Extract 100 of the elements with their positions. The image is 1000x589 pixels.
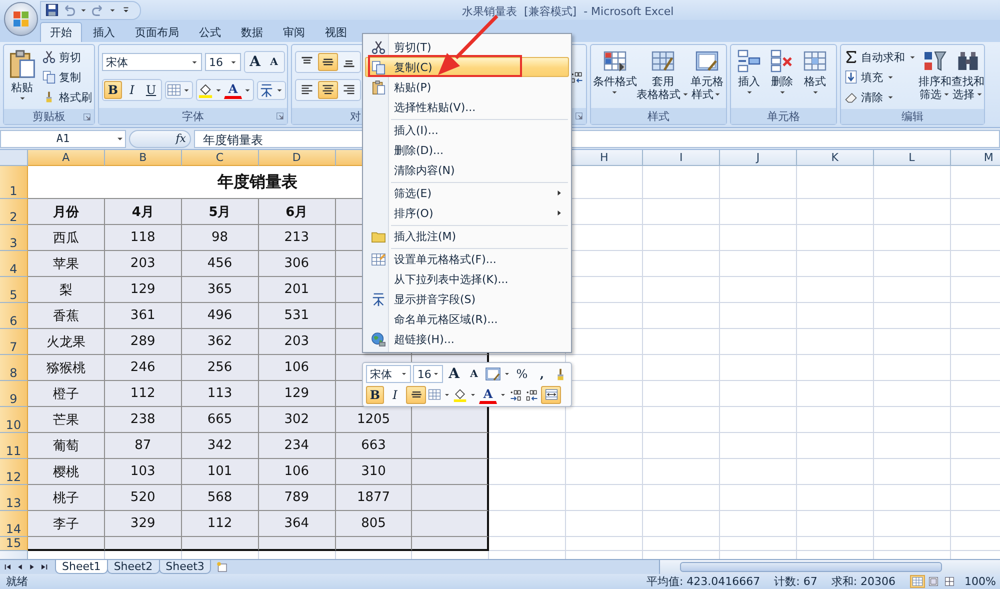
- row-header[interactable]: 12: [0, 459, 28, 485]
- column-header[interactable]: L: [874, 150, 951, 166]
- border-grid-icon[interactable]: [428, 388, 441, 402]
- align-button[interactable]: [406, 386, 426, 404]
- menu-item[interactable]: 从下拉列表中选择(K)...: [365, 269, 569, 289]
- column-header[interactable]: J: [720, 150, 797, 166]
- ribbon-button[interactable]: 条件格式: [594, 48, 636, 97]
- font-size-field[interactable]: 16: [205, 53, 241, 71]
- table-cell: 猕猴桃: [28, 355, 105, 381]
- ribbon-button[interactable]: 查找和 选择: [953, 48, 983, 101]
- font-size-field[interactable]: 16: [413, 365, 443, 384]
- ribbon-button[interactable]: 格式刷: [42, 88, 92, 106]
- row-header[interactable]: 11: [0, 433, 28, 459]
- row-header[interactable]: 2: [0, 199, 28, 225]
- row-header[interactable]: 14: [0, 511, 28, 537]
- column-header[interactable]: A: [28, 150, 105, 166]
- zoom-level[interactable]: 100%: [964, 575, 996, 588]
- menu-item[interactable]: 命名单元格区域(R)...: [365, 309, 569, 329]
- row-header[interactable]: 6: [0, 303, 28, 329]
- column-header[interactable]: C: [182, 150, 259, 166]
- decimal-decrease-icon[interactable]: [570, 70, 584, 84]
- column-header[interactable]: B: [104, 150, 182, 166]
- column-header[interactable]: D: [258, 150, 336, 166]
- font-style-button[interactable]: I: [123, 81, 141, 99]
- ribbon-tab[interactable]: 页面布局: [126, 22, 188, 42]
- phonetic-guide-icon[interactable]: [259, 82, 274, 98]
- decimal-decrease-icon[interactable]: [525, 388, 539, 402]
- dialog-launcher-icon[interactable]: [275, 111, 285, 121]
- paint-bucket-icon[interactable]: [453, 388, 467, 402]
- font-style-button[interactable]: B: [366, 386, 384, 404]
- view-button[interactable]: [910, 575, 925, 588]
- font-style-button[interactable]: I: [386, 386, 404, 404]
- ribbon-tab[interactable]: 插入: [84, 22, 124, 42]
- menu-item[interactable]: 设置单元格格式(F)...: [365, 249, 569, 269]
- row-header[interactable]: 13: [0, 485, 28, 511]
- ribbon-tab[interactable]: 视图: [316, 22, 356, 42]
- font-color-button[interactable]: A: [479, 386, 497, 404]
- row-header[interactable]: 3: [0, 225, 28, 251]
- dialog-launcher-icon[interactable]: [82, 112, 92, 122]
- ribbon-button[interactable]: 格式: [800, 48, 830, 97]
- new-sheet-icon[interactable]: [216, 561, 228, 573]
- ribbon-button[interactable]: 单元格 样式: [690, 48, 723, 101]
- row-header[interactable]: 1: [0, 166, 28, 199]
- font-name-field[interactable]: 宋体: [102, 53, 202, 71]
- insert-function-button[interactable]: fx: [176, 132, 186, 145]
- table-cell: 118: [104, 225, 182, 251]
- ribbon-tab[interactable]: 审阅: [274, 22, 314, 42]
- ribbon-button[interactable]: 复制: [42, 68, 92, 86]
- grow-font-button[interactable]: A: [445, 365, 463, 384]
- shrink-font-button[interactable]: A: [265, 53, 283, 71]
- last-sheet-icon[interactable]: [39, 562, 49, 572]
- first-sheet-icon[interactable]: [3, 562, 13, 572]
- paste-icon: [7, 49, 37, 79]
- ribbon-button[interactable]: 删除: [767, 48, 797, 97]
- horizontal-scrollbar[interactable]: [659, 560, 1000, 574]
- column-header[interactable]: M: [950, 150, 1000, 166]
- font-style-button[interactable]: U: [142, 81, 160, 99]
- name-box[interactable]: A1: [0, 130, 126, 148]
- align-button[interactable]: [318, 53, 338, 71]
- paste-button[interactable]: 粘贴: [7, 48, 37, 103]
- row-header[interactable]: 8: [0, 355, 28, 381]
- align-button[interactable]: [318, 81, 338, 99]
- comma-button[interactable]: ,: [533, 365, 551, 384]
- merge-button[interactable]: [541, 386, 561, 404]
- border-grid-icon[interactable]: [167, 83, 181, 97]
- row-header[interactable]: 7: [0, 329, 28, 355]
- sheet-tab[interactable]: Sheet2: [106, 560, 160, 574]
- row-header[interactable]: 9: [0, 381, 28, 407]
- ribbon-button[interactable]: 排序和 筛选: [920, 48, 950, 101]
- menu-item[interactable]: 超链接(H)...: [365, 329, 569, 349]
- percent-button[interactable]: %: [513, 365, 531, 384]
- sheet-tab[interactable]: Sheet1: [55, 560, 108, 574]
- ribbon-button[interactable]: 填充: [844, 68, 917, 86]
- ribbon-button[interactable]: 清除: [844, 88, 917, 106]
- row-header[interactable]: 15: [0, 537, 28, 551]
- ribbon-tab[interactable]: 公式: [190, 22, 230, 42]
- sheet-tab[interactable]: Sheet3: [158, 560, 212, 574]
- menu-item[interactable]: 显示拼音字段(S): [365, 289, 569, 309]
- ribbon-button[interactable]: 剪切: [42, 48, 92, 66]
- ribbon-tab[interactable]: 数据: [232, 22, 272, 42]
- row-header[interactable]: 10: [0, 407, 28, 433]
- row-header[interactable]: 5: [0, 277, 28, 303]
- font-name-field[interactable]: 宋体: [366, 365, 412, 384]
- ribbon-tab[interactable]: 开始: [40, 22, 82, 42]
- ribbon-button[interactable]: 自动求和: [844, 48, 917, 66]
- grow-font-button[interactable]: A: [246, 53, 264, 71]
- column-header[interactable]: K: [796, 150, 874, 166]
- column-header[interactable]: I: [643, 150, 720, 166]
- menu-item[interactable]: 粘贴(P): [365, 77, 569, 97]
- paint-bucket-icon[interactable]: [198, 82, 213, 98]
- font-style-button[interactable]: B: [104, 81, 122, 99]
- shrink-font-button[interactable]: A: [465, 365, 483, 384]
- font-color-button[interactable]: A: [224, 81, 242, 99]
- cell-style-icon[interactable]: [485, 366, 501, 382]
- dialog-launcher-icon[interactable]: [574, 111, 584, 121]
- ribbon-button[interactable]: 套用 表格格式: [638, 48, 688, 101]
- menu-item[interactable]: 剪切(T): [365, 37, 569, 57]
- decimal-increase-icon[interactable]: [509, 388, 523, 402]
- ribbon-button[interactable]: 插入: [734, 48, 764, 97]
- row-header[interactable]: 4: [0, 251, 28, 277]
